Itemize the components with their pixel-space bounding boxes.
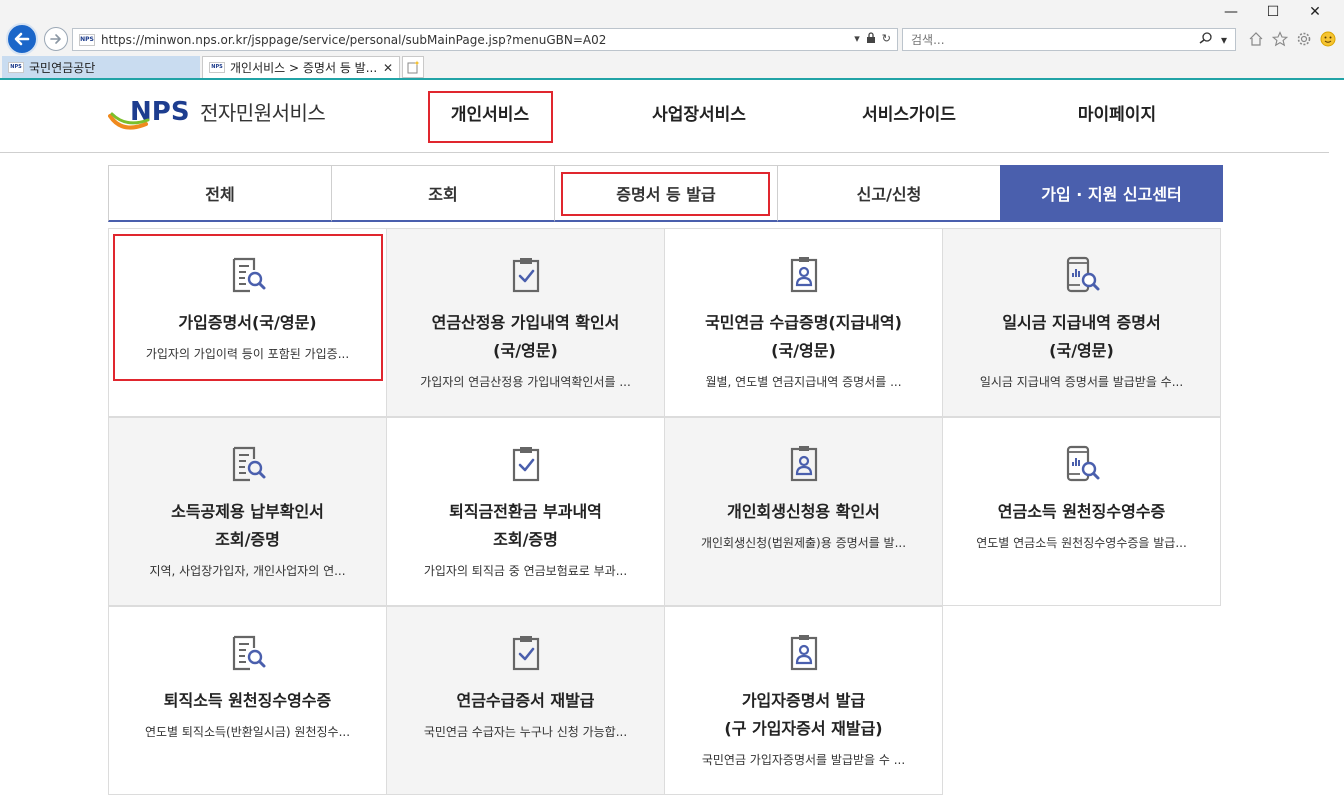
- clipboard-check-icon: [506, 255, 546, 295]
- card-pension-income-withholding[interactable]: 연금소득 원천징수영수증연도별 연금소득 원천징수영수증을 발급...: [942, 417, 1221, 606]
- smiley-icon[interactable]: [1319, 30, 1337, 48]
- dropdown-icon[interactable]: ▾: [854, 32, 860, 47]
- new-tab-button[interactable]: [402, 56, 424, 78]
- url-text[interactable]: https://minwon.nps.or.kr/jsppage/service…: [101, 33, 854, 47]
- arrow-right-icon: [50, 34, 61, 44]
- gear-icon[interactable]: [1295, 30, 1313, 48]
- gnb-my-page[interactable]: 마이페이지: [1066, 100, 1168, 125]
- tab-label: 국민연금공단: [29, 60, 96, 75]
- logo-text: 전자민원서비스: [200, 101, 326, 125]
- card-description: 지역, 사업장가입자, 개인사업자의 연...: [149, 564, 346, 578]
- card-description: 국민연금 수급자는 누구나 신청 가능합...: [423, 725, 628, 739]
- search-dropdown-icon[interactable]: ▾: [1221, 33, 1227, 47]
- tab-report-application[interactable]: 신고/신청: [777, 165, 1000, 222]
- card-title: 퇴직소득 원천징수영수증: [163, 691, 332, 710]
- favorites-star-icon[interactable]: [1271, 30, 1289, 48]
- tab-report-center[interactable]: 가입 · 지원 신고센터: [1000, 165, 1223, 222]
- card-retirement-income-withholding[interactable]: 퇴직소득 원천징수영수증연도별 퇴직소득(반환일시금) 원천징수...: [108, 606, 387, 795]
- tab-close-icon[interactable]: ✕: [383, 61, 393, 75]
- card-title: 연금산정용 가입내역 확인서 (국/영문): [431, 313, 620, 360]
- tab-inquiry[interactable]: 조회: [331, 165, 554, 222]
- person-badge-icon: [784, 633, 824, 673]
- card-title: 개인회생신청용 확인서: [727, 502, 880, 521]
- tab-favicon: NPS: [8, 61, 24, 73]
- card-rehabilitation-confirmation[interactable]: 개인회생신청용 확인서개인회생신청(법원제출)용 증명서를 발...: [664, 417, 943, 606]
- card-pension-receipt-certificate[interactable]: 국민연금 수급증명(지급내역) (국/영문) 월별, 연도별 연금지급내역 증명서…: [664, 228, 943, 417]
- card-retirement-conversion-history[interactable]: 퇴직금전환금 부과내역 조회/증명가입자의 퇴직금 중 연금보험료로 부과...: [386, 417, 665, 606]
- clipboard-check-icon: [506, 444, 546, 484]
- card-pension-certificate-reissue[interactable]: 연금수급증서 재발급국민연금 수급자는 누구나 신청 가능합...: [386, 606, 665, 795]
- card-title: 소득공제용 납부확인서 조회/증명: [171, 502, 324, 549]
- highlight-box-subtab: [561, 172, 770, 216]
- maximize-icon[interactable]: ☐: [1262, 4, 1284, 20]
- tab-favicon: NPS: [209, 62, 225, 73]
- phone-chart-search-icon: [1062, 255, 1102, 295]
- tab-label: 개인서비스 > 증명서 등 발...: [230, 61, 378, 75]
- nps-logo-mark: NPS: [108, 94, 194, 134]
- back-button[interactable]: [6, 23, 38, 55]
- browser-tab-nps-home[interactable]: NPS 국민연금공단: [2, 56, 200, 78]
- address-bar[interactable]: NPS https://minwon.nps.or.kr/jsppage/ser…: [72, 28, 898, 51]
- highlight-box-gnb: [428, 91, 553, 143]
- person-badge-icon: [784, 255, 824, 295]
- card-title: 연금소득 원천징수영수증: [997, 502, 1166, 521]
- forward-button[interactable]: [44, 27, 68, 51]
- arrow-left-icon: [14, 32, 30, 46]
- close-window-icon[interactable]: ✕: [1304, 4, 1326, 20]
- card-description: 개인회생신청(법원제출)용 증명서를 발...: [700, 536, 907, 550]
- site-header: NPS 전자민원서비스 개인서비스 사업장서비스 서비스가이드 마이페이지: [0, 80, 1329, 153]
- card-title: 퇴직금전환금 부과내역 조회/증명: [449, 502, 602, 549]
- new-tab-icon: [407, 60, 420, 74]
- card-description: 연도별 퇴직소득(반환일시금) 원천징수...: [144, 725, 351, 739]
- phone-chart-search-icon: [1062, 444, 1102, 484]
- card-tax-deduction-payment-confirmation[interactable]: 소득공제용 납부확인서 조회/증명지역, 사업장가입자, 개인사업자의 연...: [108, 417, 387, 606]
- clipboard-check-icon: [506, 633, 546, 673]
- home-icon[interactable]: [1247, 30, 1265, 48]
- browser-tab-strip: NPS 국민연금공단 NPS 개인서비스 > 증명서 등 발... ✕: [0, 54, 1344, 78]
- search-icon[interactable]: [1199, 32, 1213, 47]
- site-favicon: NPS: [79, 33, 95, 46]
- browser-search-input[interactable]: [911, 32, 1199, 47]
- card-description: 일시금 지급내역 증명서를 발급받을 수...: [979, 375, 1184, 389]
- gnb-business-service[interactable]: 사업장서비스: [640, 100, 758, 125]
- lock-icon[interactable]: [866, 32, 876, 47]
- browser-tab-personal-service[interactable]: NPS 개인서비스 > 증명서 등 발... ✕: [202, 56, 400, 78]
- card-member-certificate-issue[interactable]: 가입자증명서 발급 (구 가입자증서 재발급) 국민연금 가입자증명서를 발급받을…: [664, 606, 943, 795]
- document-search-icon: [228, 633, 268, 673]
- card-description: 가입자의 연금산정용 가입내역확인서를 ...: [420, 375, 631, 389]
- minimize-icon[interactable]: —: [1220, 4, 1242, 20]
- highlight-box-card: [113, 234, 383, 381]
- window-controls: — ☐ ✕: [1220, 4, 1326, 20]
- gnb-service-guide[interactable]: 서비스가이드: [850, 100, 968, 125]
- card-pension-calc-confirmation[interactable]: 연금산정용 가입내역 확인서 (국/영문) 가입자의 연금산정용 가입내역확인서를…: [386, 228, 665, 417]
- card-description: 연도별 연금소득 원천징수영수증을 발급...: [976, 536, 1187, 550]
- browser-chrome: — ☐ ✕ NPS https://minwon.nps.or.kr/jsppa…: [0, 0, 1344, 80]
- nps-logo[interactable]: NPS 전자민원서비스: [108, 94, 326, 134]
- card-lump-sum-certificate[interactable]: 일시금 지급내역 증명서 (국/영문) 일시금 지급내역 증명서를 발급받을 수.…: [942, 228, 1221, 417]
- tab-all[interactable]: 전체: [108, 165, 331, 222]
- person-badge-icon: [784, 444, 824, 484]
- browser-search-box[interactable]: ▾: [902, 28, 1236, 51]
- card-title: 일시금 지급내역 증명서 (국/영문): [1002, 313, 1161, 360]
- card-title: 연금수급증서 재발급: [456, 691, 595, 710]
- card-description: 국민연금 가입자증명서를 발급받을 수 ...: [701, 753, 906, 767]
- card-title: 가입자증명서 발급 (구 가입자증서 재발급): [724, 691, 883, 738]
- card-description: 가입자의 퇴직금 중 연금보험료로 부과...: [423, 564, 628, 578]
- document-search-icon: [228, 444, 268, 484]
- card-title: 국민연금 수급증명(지급내역) (국/영문): [705, 313, 902, 360]
- card-description: 월별, 연도별 연금지급내역 증명서를 ...: [705, 375, 902, 389]
- refresh-icon[interactable]: ↻: [882, 32, 891, 47]
